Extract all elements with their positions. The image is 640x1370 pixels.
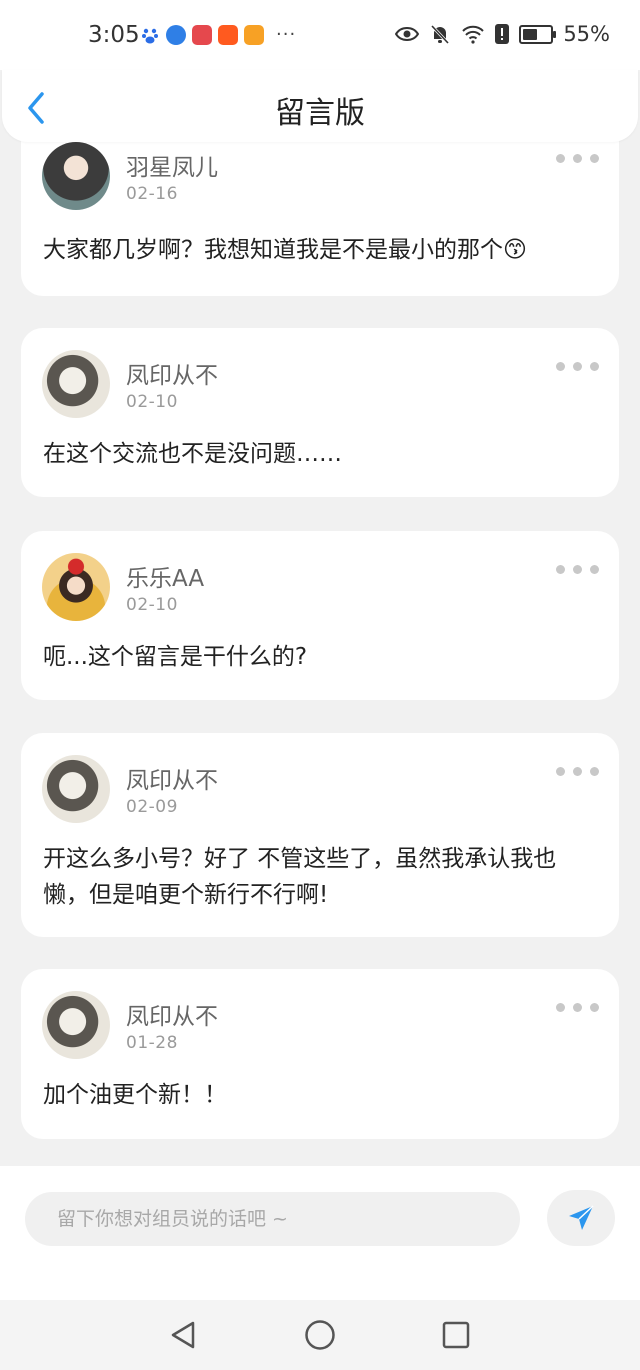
author-name[interactable]: 凤印从不 [126, 997, 218, 1031]
avatar[interactable] [42, 553, 110, 621]
author-name[interactable]: 凤印从不 [126, 356, 218, 390]
post-date: 02-16 [126, 184, 178, 204]
square-recents-icon [442, 1321, 470, 1349]
message-card[interactable]: 凤印从不 02-10 在这个交流也不是没问题…… [21, 328, 619, 497]
post-date: 01-28 [126, 1033, 178, 1053]
nav-home-button[interactable] [303, 1318, 337, 1352]
avatar[interactable] [42, 350, 110, 418]
author-name[interactable]: 凤印从不 [126, 761, 218, 795]
more-notifications: ··· [276, 24, 297, 45]
more-options-icon[interactable] [556, 362, 599, 371]
battery-percent: 55% [563, 22, 610, 46]
nav-recents-button[interactable] [439, 1318, 473, 1352]
message-card[interactable]: 羽星凤儿 02-16 大家都几岁啊？我想知道我是不是最小的那个😙 [21, 120, 619, 296]
avatar[interactable] [42, 755, 110, 823]
taobao-icon [218, 24, 238, 45]
avatar[interactable] [42, 142, 110, 210]
triangle-back-icon [171, 1321, 195, 1349]
composer-bar [0, 1166, 640, 1300]
message-card[interactable]: 乐乐AA 02-10 呃...这个留言是干什么的? [21, 531, 619, 700]
status-bar: 3:05 ··· 55% [0, 0, 640, 70]
more-options-icon[interactable] [556, 565, 599, 574]
nav-back-button[interactable] [166, 1318, 200, 1352]
author-name[interactable]: 乐乐AA [126, 559, 204, 593]
app-header: 留言版 [2, 70, 638, 142]
mute-bell-icon [429, 23, 451, 45]
post-date: 02-09 [126, 797, 178, 817]
system-icons: 55% [395, 22, 610, 46]
avatar[interactable] [42, 991, 110, 1059]
video-icon [244, 24, 264, 45]
battery-icon [519, 24, 557, 44]
post-date: 02-10 [126, 595, 178, 615]
wifi-icon [461, 24, 485, 44]
more-options-icon[interactable] [556, 767, 599, 776]
more-options-icon[interactable] [556, 1003, 599, 1012]
baidu-icon [140, 24, 160, 45]
browser-icon [166, 24, 186, 45]
page-title: 留言版 [275, 96, 365, 131]
message-text: 呃...这个留言是干什么的? [43, 644, 308, 670]
message-text: 大家都几岁啊？我想知道我是不是最小的那个😙 [43, 237, 527, 263]
post-date: 02-10 [126, 392, 178, 412]
message-text: 加个油更个新！！ [43, 1082, 227, 1108]
alert-icon [495, 24, 510, 44]
send-button[interactable] [547, 1190, 615, 1246]
send-icon [569, 1205, 594, 1230]
system-navigation-bar [0, 1300, 640, 1370]
more-options-icon[interactable] [556, 154, 599, 163]
message-input[interactable] [25, 1192, 520, 1246]
message-card[interactable]: 凤印从不 02-09 开这么多小号？好了 不管这些了，虽然我承认我也懒，但是咱更… [21, 733, 619, 937]
message-text: 开这么多小号？好了 不管这些了，虽然我承认我也懒，但是咱更个新行不行啊! [43, 846, 557, 908]
circle-home-icon [305, 1320, 335, 1350]
message-text: 在这个交流也不是没问题…… [43, 441, 342, 467]
notification-icons: ··· [140, 24, 296, 45]
message-card[interactable]: 凤印从不 01-28 加个油更个新！！ [21, 969, 619, 1139]
app-red-icon [192, 24, 212, 45]
author-name[interactable]: 羽星凤儿 [126, 148, 218, 182]
eye-icon [395, 25, 420, 43]
status-time: 3:05 [88, 22, 140, 48]
